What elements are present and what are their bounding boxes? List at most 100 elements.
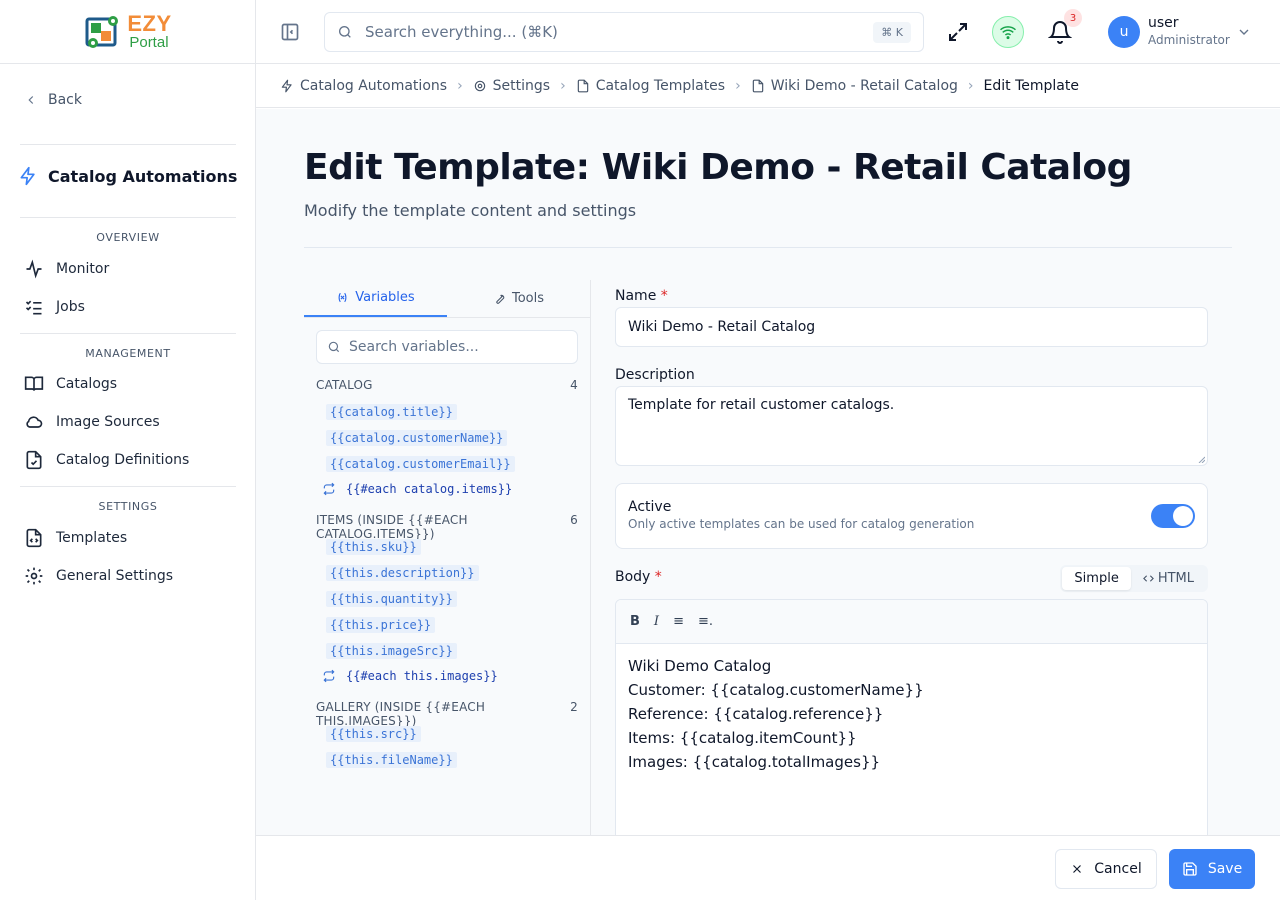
variable-chip[interactable]: {{this.sku}} — [326, 539, 421, 555]
repeat-icon — [323, 669, 335, 683]
back-link[interactable]: Back — [24, 92, 82, 108]
chevron-down-icon[interactable] — [1236, 24, 1252, 40]
gear-icon — [474, 80, 485, 91]
resize-handle-icon[interactable] — [1197, 455, 1205, 463]
breadcrumb-item-settings[interactable]: Settings — [473, 78, 550, 94]
code-icon — [1142, 575, 1154, 582]
sidebar-item-image-sources[interactable]: Image Sources — [24, 410, 160, 434]
sidebar-item-label: Image Sources — [56, 414, 160, 430]
file-code-icon — [577, 79, 588, 92]
mode-html-label: HTML — [1157, 571, 1194, 586]
user-menu[interactable]: user Administrator — [1148, 15, 1230, 48]
variable-search-input[interactable]: Search variables... — [316, 330, 578, 364]
section-settings: SETTINGS — [98, 500, 158, 513]
divider — [20, 333, 236, 334]
description-field[interactable]: Template for retail customer catalogs. — [615, 386, 1208, 466]
variable-chip[interactable]: {{this.description}} — [326, 565, 479, 581]
description-value: Template for retail customer catalogs. — [628, 397, 895, 413]
italic-button[interactable]: I — [654, 614, 659, 629]
required-marker: * — [654, 569, 662, 585]
mode-html-button[interactable]: HTML — [1131, 567, 1206, 590]
user-name: user — [1148, 15, 1179, 31]
required-marker: * — [660, 288, 668, 304]
name-field[interactable]: Wiki Demo - Retail Catalog — [615, 307, 1208, 347]
sidebar-item-catalog-definitions[interactable]: Catalog Definitions — [24, 448, 189, 472]
sidebar-item-monitor[interactable]: Monitor — [24, 257, 109, 281]
panel-tabs: Variables Tools — [304, 280, 590, 318]
variable-chip[interactable]: {{catalog.customerEmail}} — [326, 456, 515, 472]
expand-icon[interactable] — [946, 20, 970, 44]
each-block-chip[interactable]: {{#each catalog.items}} — [322, 479, 590, 499]
search-icon — [328, 341, 340, 353]
repeat-icon — [323, 482, 335, 496]
cloud-icon — [26, 416, 43, 428]
divider — [20, 217, 236, 218]
group-name: GALLERY (INSIDE {{#EACH THIS.IMAGES}}) — [316, 700, 486, 728]
sidebar-item-general-settings[interactable]: General Settings — [24, 564, 173, 588]
search-shortcut: ⌘ K — [873, 21, 911, 43]
breadcrumb-item-catalog-templates[interactable]: Catalog Templates — [576, 78, 725, 94]
variable-chip[interactable]: {{this.fileName}} — [326, 752, 457, 768]
save-button[interactable]: Save — [1169, 849, 1255, 889]
variable-chip[interactable]: {{catalog.title}} — [326, 404, 457, 420]
description-label: Description — [615, 367, 695, 383]
group-name: ITEMS (INSIDE {{#EACH CATALOG.ITEMS}}) — [316, 513, 468, 541]
bold-button[interactable]: B — [630, 614, 640, 629]
variable-chip[interactable]: {{this.price}} — [326, 617, 436, 633]
zap-icon — [281, 79, 292, 92]
list-checks-icon — [25, 300, 42, 315]
logo-text: EZY Portal — [127, 13, 171, 51]
body-line: Customer: {{catalog.customerName}} — [628, 681, 924, 699]
logo[interactable]: EZY Portal — [83, 13, 171, 51]
body-editor[interactable]: B I ≡ ≡. Wiki Demo Catalog Customer: {{c… — [615, 599, 1208, 835]
mode-simple-button[interactable]: Simple — [1062, 567, 1131, 590]
wrench-icon — [496, 294, 505, 304]
variable-chip[interactable]: {{this.imageSrc}} — [326, 643, 457, 659]
breadcrumb-separator: › — [735, 77, 741, 94]
sidebar-item-templates[interactable]: Templates — [24, 526, 127, 550]
variable-chip[interactable]: {{catalog.customerName}} — [326, 430, 508, 446]
tab-variables[interactable]: Variables — [304, 280, 447, 317]
breadcrumb-label: Catalog Automations — [300, 77, 448, 94]
body-line: Wiki Demo Catalog — [628, 657, 772, 675]
group-count: 6 — [570, 513, 578, 527]
connection-status[interactable] — [992, 16, 1024, 48]
page-title: Edit Template: Wiki Demo - Retail Catalo… — [304, 147, 1132, 188]
variable-chip[interactable]: {{this.src}} — [326, 726, 421, 742]
breadcrumb-item-template[interactable]: Wiki Demo - Retail Catalog — [751, 78, 958, 94]
activity-icon — [26, 259, 42, 279]
bullet-list-button[interactable]: ≡ — [673, 614, 684, 629]
global-search-input[interactable]: Search everything... (⌘K) ⌘ K — [324, 12, 924, 52]
wifi-icon — [1000, 26, 1016, 40]
sidebar-toggle-icon[interactable] — [280, 22, 300, 42]
sidebar-item-catalogs[interactable]: Catalogs — [24, 372, 117, 396]
sidebar-item-label: Catalog Definitions — [56, 452, 190, 468]
file-code-icon — [752, 79, 763, 92]
each-block-chip[interactable]: {{#each this.images}} — [322, 666, 590, 686]
sidebar-item-jobs[interactable]: Jobs — [24, 295, 85, 319]
breadcrumb-item-catalog-automations[interactable]: Catalog Automations — [280, 78, 447, 94]
book-open-icon — [24, 376, 44, 391]
tab-tools[interactable]: Tools — [447, 280, 590, 317]
group-count: 2 — [570, 700, 578, 714]
label-text: Body — [615, 569, 651, 585]
app-title-label: Catalog Automations — [48, 166, 238, 186]
active-toggle[interactable] — [1151, 504, 1195, 528]
divider — [304, 247, 1232, 248]
search-placeholder: Search everything... (⌘K) — [365, 23, 558, 41]
sidebar-item-label: Jobs — [56, 299, 85, 315]
cancel-button[interactable]: Cancel — [1055, 849, 1157, 889]
user-role: Administrator — [1148, 32, 1230, 47]
editor-content[interactable]: Wiki Demo Catalog Customer: {{catalog.cu… — [616, 644, 1207, 784]
avatar[interactable]: u — [1108, 16, 1140, 48]
body-header: Body * Simple HTML — [615, 565, 1208, 593]
sidebar-item-label: General Settings — [56, 568, 174, 584]
variable-group-items: ITEMS (INSIDE {{#EACH CATALOG.ITEMS}}) 6 — [304, 513, 590, 541]
variable-chip[interactable]: {{this.quantity}} — [326, 591, 457, 607]
gear-icon — [25, 567, 43, 585]
label-text: Name — [615, 288, 657, 304]
sidebar-item-label: Monitor — [56, 261, 110, 277]
ordered-list-button[interactable]: ≡. — [698, 614, 713, 629]
name-label: Name * — [615, 288, 1208, 304]
search-icon — [339, 26, 351, 38]
